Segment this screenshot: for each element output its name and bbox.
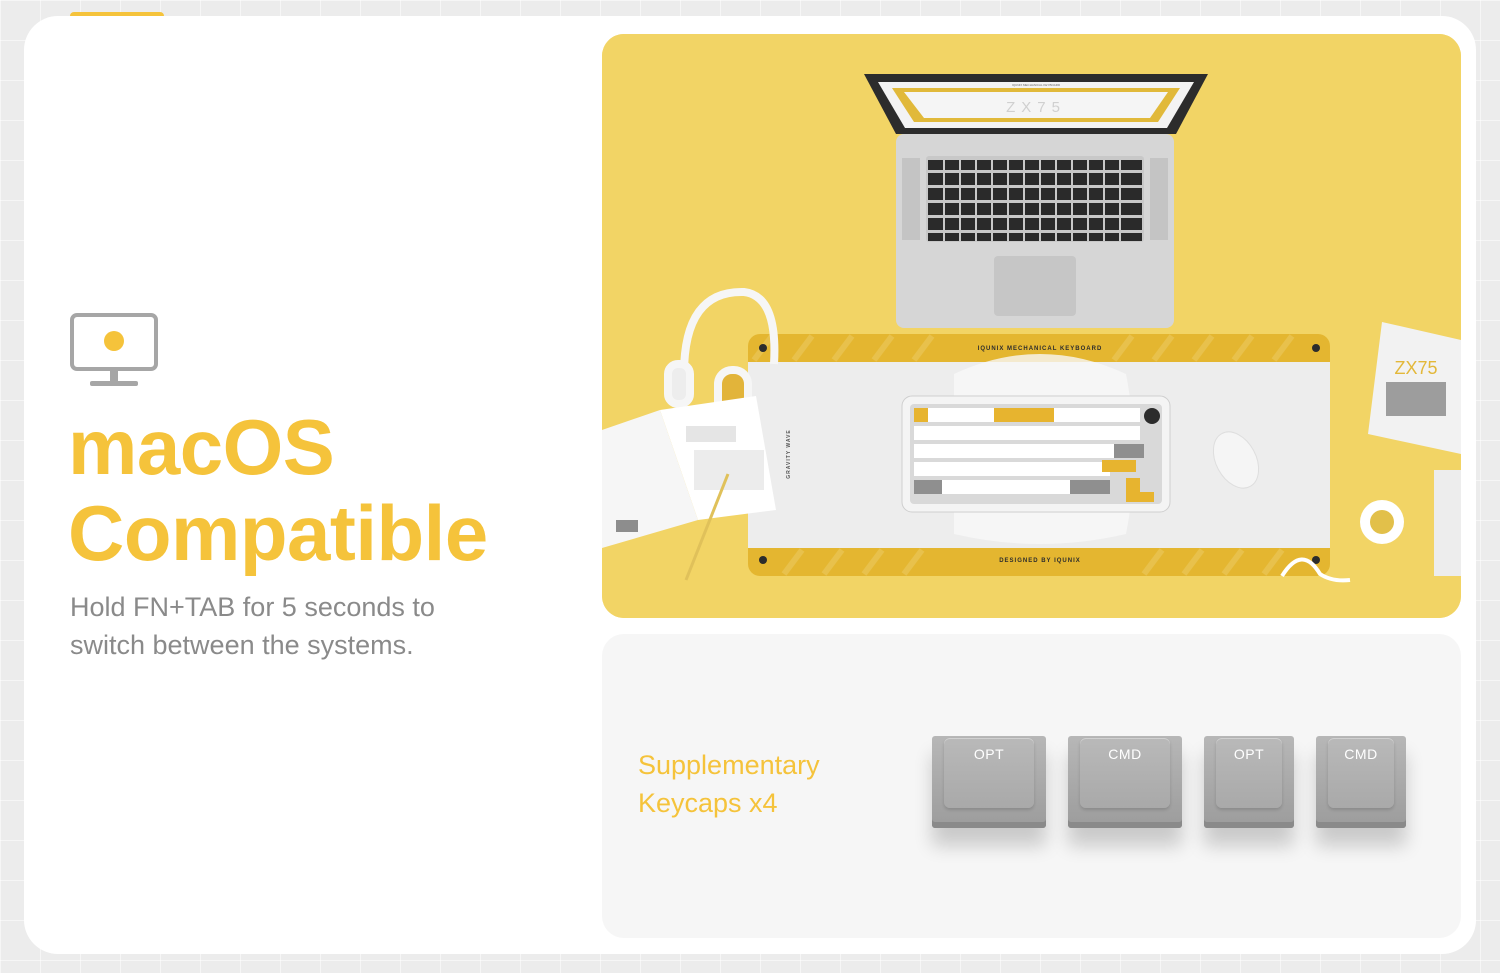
coaster: [1360, 500, 1404, 544]
keycap-cmd: CMD: [1068, 736, 1182, 828]
keycap-legend: OPT: [973, 746, 1005, 762]
keyboard: [901, 395, 1171, 513]
keycap-cmd: CMD: [1316, 736, 1406, 828]
subtitle-line-1: Hold FN+TAB for 5 seconds to: [70, 592, 435, 622]
title-line-2: Compatible: [68, 489, 488, 577]
desk-scene: ZX75 IQUNIX MECHANICAL KEYBOARD IQUNIX M…: [602, 34, 1461, 618]
keycap-legend: CMD: [1344, 746, 1378, 762]
laptop-screen-small-text: IQUNIX MECHANICAL KEYBOARD: [1012, 83, 1061, 87]
keycap-legend: CMD: [1108, 746, 1142, 762]
page-title: macOS Compatible: [68, 404, 588, 576]
product-photo: ZX75 IQUNIX MECHANICAL KEYBOARD IQUNIX M…: [602, 34, 1461, 618]
box-text: ZX75: [1394, 358, 1437, 378]
keycap-opt: OPT: [1204, 736, 1294, 828]
keycaps-label-line-1: Supplementary: [638, 750, 820, 780]
title-line-1: macOS: [68, 403, 335, 491]
keycap-legend: OPT: [1233, 746, 1265, 762]
subtitle: Hold FN+TAB for 5 seconds to switch betw…: [70, 588, 540, 664]
keycap-opt: OPT: [932, 736, 1046, 828]
deskmat-bottom-text: DESIGNED BY IQUNIX: [999, 558, 1081, 564]
deskmat-side-text: GRAVITY WAVE: [786, 429, 792, 479]
keycaps-label: Supplementary Keycaps x4: [638, 746, 820, 822]
laptop-screen-text: ZX75: [1006, 99, 1066, 116]
monitor-icon: [70, 313, 158, 386]
keycaps-panel: Supplementary Keycaps x4 OPT CMD OPT CMD: [602, 634, 1461, 938]
deskmat-top-text: IQUNIX MECHANICAL KEYBOARD: [978, 346, 1103, 352]
keycaps-label-line-2: Keycaps x4: [638, 788, 778, 818]
laptop: ZX75 IQUNIX MECHANICAL KEYBOARD: [864, 74, 1208, 328]
subtitle-line-2: switch between the systems.: [70, 630, 414, 660]
